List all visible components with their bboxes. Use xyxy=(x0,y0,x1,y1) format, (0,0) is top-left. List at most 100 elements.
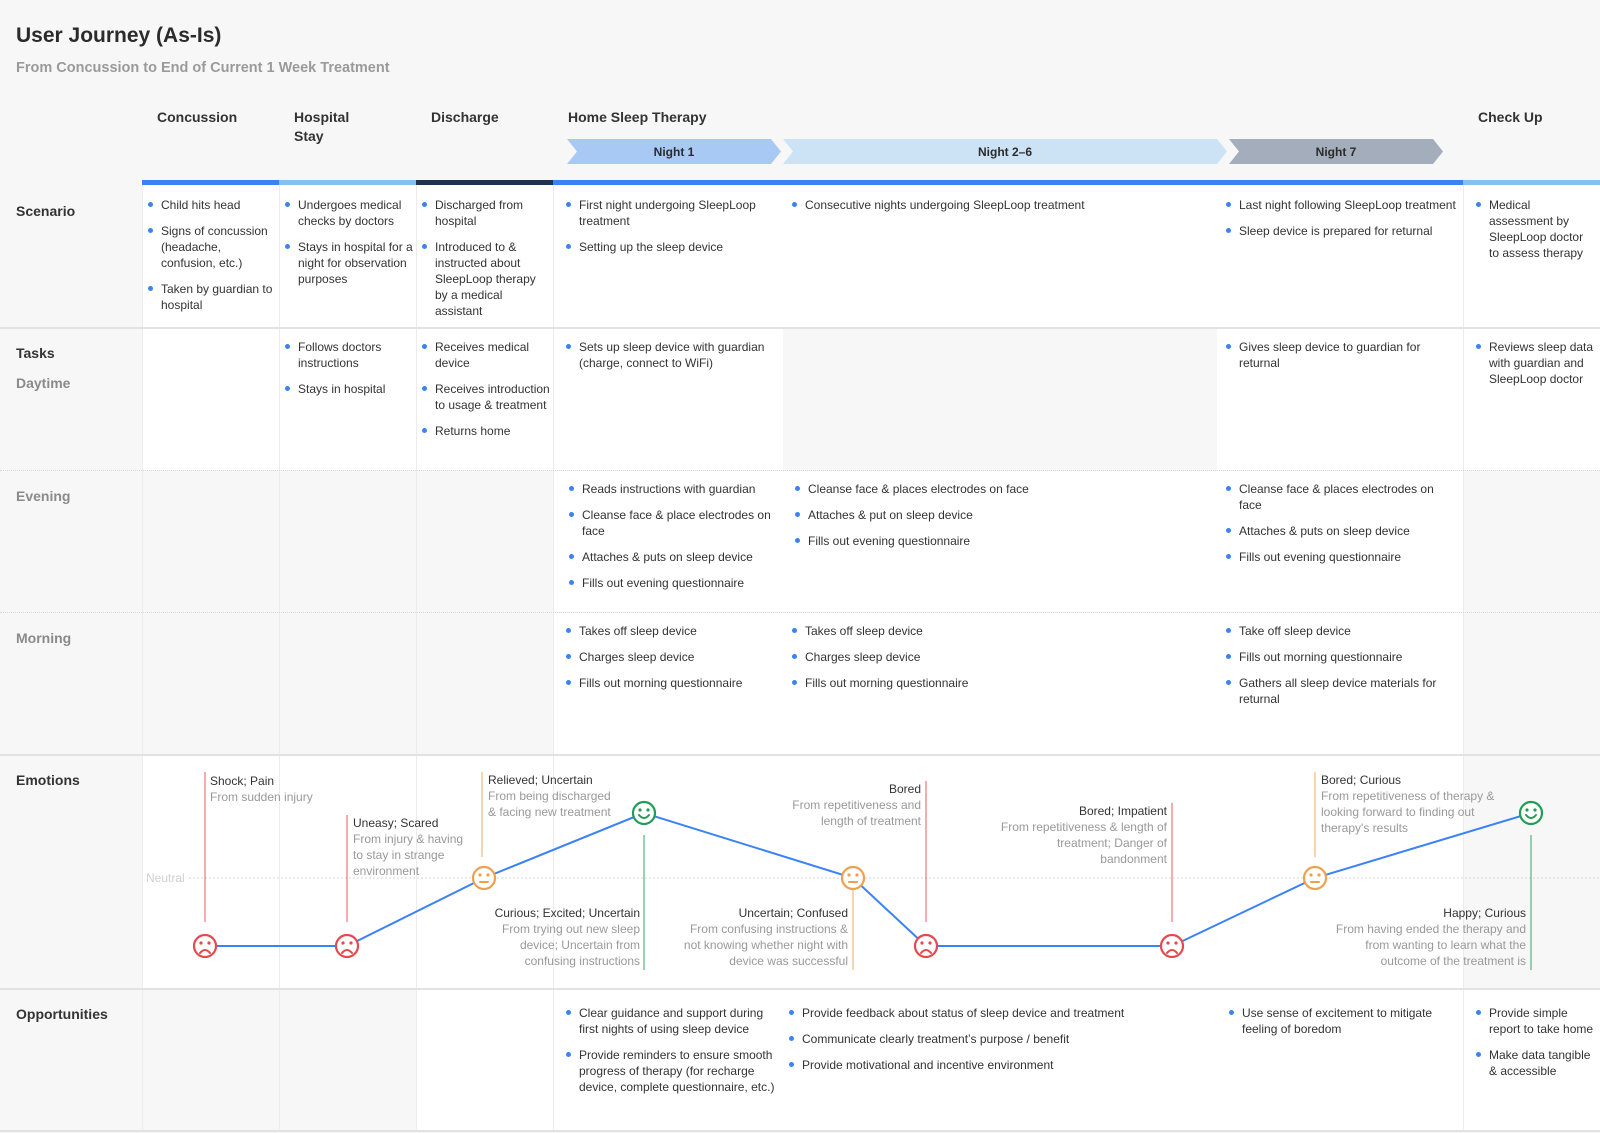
emotion-title: Curious; Excited; Uncertain xyxy=(494,906,640,920)
phase-concussion: Concussion xyxy=(157,109,238,125)
morning-night1-list: Takes off sleep device Charges sleep devi… xyxy=(566,623,780,701)
list-item: Gives sleep device to guardian for retur… xyxy=(1226,339,1456,371)
list-item: Provide simple report to take home xyxy=(1476,1005,1596,1037)
list-item: Attaches & puts on sleep device xyxy=(569,549,783,565)
list-item: Attaches & put on sleep device xyxy=(795,507,1215,523)
row-divider-dotted xyxy=(0,470,1600,471)
list-item: Introduced to & instructed about SleepLo… xyxy=(422,239,550,319)
list-item: Receives medical device xyxy=(422,339,550,371)
list-item: Sets up sleep device with guardian (char… xyxy=(566,339,780,371)
list-item: Signs of concussion (headache, confusion… xyxy=(148,223,276,271)
emotion-title: Happy; Curious xyxy=(1443,906,1526,920)
emotion-title: Shock; Pain xyxy=(210,774,275,788)
list-item: Attaches & puts on sleep device xyxy=(1226,523,1456,539)
evening-night1-list: Reads instructions with guardian Cleanse … xyxy=(569,481,783,601)
list-item: Cleanse face & places electrodes on face xyxy=(1226,481,1456,513)
row-divider xyxy=(0,988,1600,990)
emotion-label: Happy; Curious From having ended the the… xyxy=(1320,905,1526,969)
list-item: First night undergoing SleepLoop treatme… xyxy=(566,197,780,229)
scenario-night1-list: First night undergoing SleepLoop treatme… xyxy=(566,197,780,265)
list-item: Medical assessment by SleepLoop doctor t… xyxy=(1476,197,1596,261)
row-divider xyxy=(0,327,1600,329)
list-item: Cleanse face & place electrodes on face xyxy=(569,507,783,539)
list-item: Stays in hospital xyxy=(285,381,413,397)
emotion-label: Uneasy; Scared From injury & having to s… xyxy=(353,815,475,879)
night-2-6-label: Night 2–6 xyxy=(977,144,1032,159)
morning-night7-list: Take off sleep device Fills out morning q… xyxy=(1226,623,1456,717)
emotion-desc: From injury & having to stay in strange … xyxy=(353,832,464,878)
list-item: Take off sleep device xyxy=(1226,623,1456,639)
list-item: Provide motivational and incentive envir… xyxy=(789,1057,1209,1073)
list-item: Reads instructions with guardian xyxy=(569,481,783,497)
emotion-label: Bored; Impatient From repetitiveness & l… xyxy=(995,803,1167,867)
list-item: Fills out morning questionnaire xyxy=(566,675,780,691)
happy-face-icon xyxy=(1518,800,1544,826)
emotion-label: Bored From repetitiveness and length of … xyxy=(770,781,921,829)
evening-night7-list: Cleanse face & places electrodes on face… xyxy=(1226,481,1456,575)
emotion-title: Relieved; Uncertain xyxy=(488,773,593,787)
list-item: Communicate clearly treatment’s purpose … xyxy=(789,1031,1209,1047)
list-item: Setting up the sleep device xyxy=(566,239,780,255)
list-item: Fills out evening questionnaire xyxy=(795,533,1215,549)
daytime-night7-list: Gives sleep device to guardian for retur… xyxy=(1226,339,1456,381)
emotion-desc: From repetitiveness and length of treatm… xyxy=(792,798,921,828)
list-item: Reviews sleep data with guardian and Sle… xyxy=(1476,339,1596,387)
daytime-discharge-list: Receives medical device Receives introduc… xyxy=(422,339,550,449)
daytime-checkup-list: Reviews sleep data with guardian and Sle… xyxy=(1476,339,1596,397)
phase-hospital-stay: Hospital Stay xyxy=(294,109,350,144)
list-item: Follows doctors instructions xyxy=(285,339,413,371)
night-1-chevron: Night 1 xyxy=(567,139,781,164)
row-label-emotions: Emotions xyxy=(16,772,80,788)
emotion-title: Bored; Curious xyxy=(1321,773,1402,787)
scenario-night7-list: Last night following SleepLoop treatment… xyxy=(1226,197,1456,249)
emotion-label: Shock; Pain From sudden injury xyxy=(210,773,350,805)
list-item: Takes off sleep device xyxy=(566,623,780,639)
list-item: Consecutive nights undergoing SleepLoop … xyxy=(792,197,1212,213)
row-divider xyxy=(0,1130,1600,1132)
scenario-discharge-list: Discharged from hospital Introduced to & … xyxy=(422,197,550,329)
phase-check-up: Check Up xyxy=(1478,109,1543,125)
list-item: Charges sleep device xyxy=(792,649,1212,665)
row-label-tasks: Tasks xyxy=(16,345,55,361)
emotion-title: Bored; Impatient xyxy=(1078,804,1167,818)
night-7-chevron: Night 7 xyxy=(1229,139,1443,164)
emotion-title: Uneasy; Scared xyxy=(353,816,439,830)
phase-discharge: Discharge xyxy=(431,109,499,125)
list-item: Discharged from hospital xyxy=(422,197,550,229)
phase-home-sleep-therapy: Home Sleep Therapy xyxy=(568,109,707,125)
emotion-desc: From repetitiveness of therapy & looking… xyxy=(1321,789,1495,835)
list-item: Takes off sleep device xyxy=(792,623,1212,639)
emotion-title: Bored xyxy=(888,782,921,796)
daytime-hospital-list: Follows doctors instructions Stays in hos… xyxy=(285,339,413,407)
row-label-scenario: Scenario xyxy=(16,203,76,219)
opportunities-checkup-list: Provide simple report to take home Make d… xyxy=(1476,1005,1596,1089)
page-title: User Journey (As-Is) xyxy=(16,24,222,47)
evening-night26-list: Cleanse face & places electrodes on face… xyxy=(795,481,1215,559)
list-item: Fills out morning questionnaire xyxy=(1226,649,1456,665)
list-item: Sleep device is prepared for returnal xyxy=(1226,223,1456,239)
list-item: Undergoes medical checks by doctors xyxy=(285,197,413,229)
row-divider-dotted xyxy=(0,612,1600,613)
opportunities-night26-list: Provide feedback about status of sleep d… xyxy=(789,1005,1209,1083)
list-item: Taken by guardian to hospital xyxy=(148,281,276,313)
scenario-night26-list: Consecutive nights undergoing SleepLoop … xyxy=(792,197,1212,223)
emotion-desc: From being discharged & facing new treat… xyxy=(488,789,611,819)
list-item: Provide feedback about status of sleep d… xyxy=(789,1005,1209,1021)
list-item: Last night following SleepLoop treatment xyxy=(1226,197,1456,213)
list-item: Fills out evening questionnaire xyxy=(569,575,783,591)
list-item: Charges sleep device xyxy=(566,649,780,665)
opportunities-night1-list: Clear guidance and support during first … xyxy=(566,1005,780,1105)
scenario-checkup-list: Medical assessment by SleepLoop doctor t… xyxy=(1476,197,1596,271)
row-label-evening: Evening xyxy=(16,488,71,504)
list-item: Make data tangible & accessible xyxy=(1476,1047,1596,1079)
list-item: Clear guidance and support during first … xyxy=(566,1005,780,1037)
list-item: Fills out morning questionnaire xyxy=(792,675,1212,691)
row-label-opportunities: Opportunities xyxy=(16,1006,108,1022)
list-item: Use sense of excitement to mitigate feel… xyxy=(1229,1005,1449,1037)
list-item: Fills out evening questionnaire xyxy=(1226,549,1456,565)
list-item: Provide reminders to ensure smooth progr… xyxy=(566,1047,780,1095)
emotion-label: Curious; Excited; Uncertain From trying … xyxy=(480,905,640,969)
emotion-desc: From sudden injury xyxy=(210,790,313,804)
row-label-daytime: Daytime xyxy=(16,375,71,391)
night-7-label: Night 7 xyxy=(1315,144,1357,159)
